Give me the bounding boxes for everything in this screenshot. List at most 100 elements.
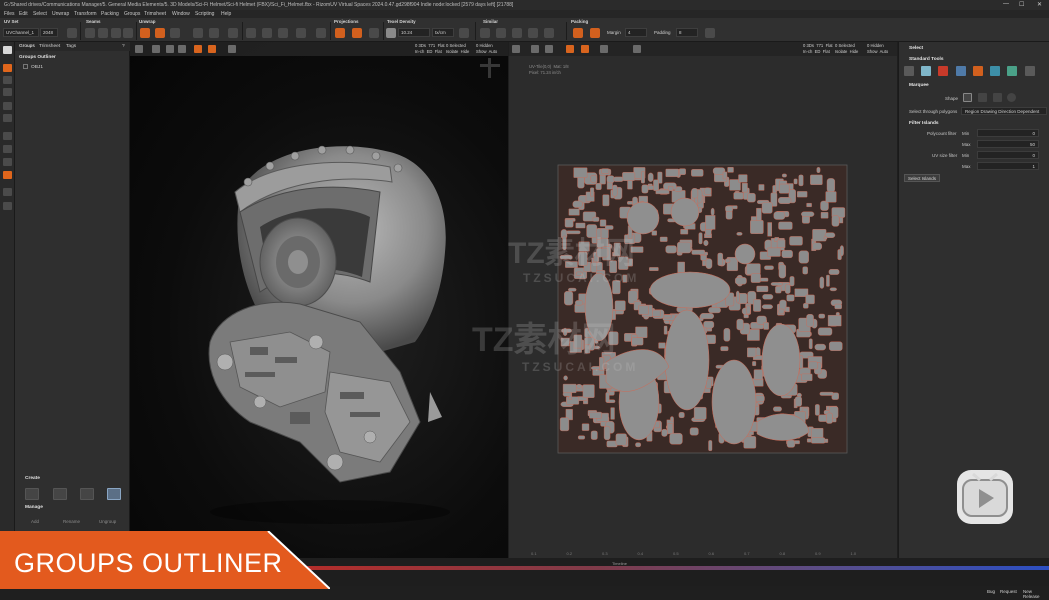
uv-island[interactable]	[703, 187, 712, 195]
texel-settings-icon[interactable]	[459, 28, 469, 38]
uv-island[interactable]	[563, 375, 568, 381]
uv-island[interactable]	[815, 404, 820, 416]
shape-poly-icon[interactable]	[993, 93, 1002, 102]
uv-island[interactable]	[786, 439, 796, 448]
create-auto-button[interactable]	[107, 488, 121, 500]
uv-island[interactable]	[708, 307, 721, 314]
maximize-button[interactable]: ☐	[1019, 1, 1024, 8]
menu-unwrap[interactable]: Unwrap	[52, 11, 69, 17]
uv-island[interactable]	[798, 174, 804, 187]
uv-island[interactable]	[677, 261, 685, 273]
uv-island[interactable]	[590, 430, 598, 440]
texel-value-input[interactable]: 10.24	[398, 28, 430, 37]
uv-island[interactable]	[794, 396, 802, 407]
menu-trimsheet[interactable]: Trimsheet	[144, 11, 166, 17]
uv-island[interactable]	[663, 325, 668, 335]
uv-island[interactable]	[564, 290, 574, 306]
menu-scripting[interactable]: Scripting	[195, 11, 214, 17]
help-icon[interactable]: ?	[122, 44, 125, 49]
uv-island[interactable]	[778, 197, 792, 204]
uv-island[interactable]	[736, 318, 744, 331]
uv-island[interactable]	[747, 192, 756, 203]
select-through-dropdown[interactable]: Region Drawing Direction Dependent	[961, 107, 1047, 115]
uv-island[interactable]	[724, 258, 731, 264]
uv-island[interactable]	[778, 183, 790, 194]
uv-island[interactable]	[605, 392, 610, 403]
fit-icon[interactable]	[590, 28, 600, 38]
uv-island[interactable]	[811, 437, 826, 444]
select-all-icon[interactable]	[904, 66, 914, 76]
similar-orient-icon[interactable]	[528, 28, 538, 38]
tab-tags[interactable]: Tags	[66, 44, 76, 49]
uv-island[interactable]	[775, 286, 782, 294]
uv-island[interactable]	[661, 429, 668, 437]
pack-icon[interactable]	[573, 28, 583, 38]
uv-island[interactable]	[638, 305, 649, 315]
padding-input[interactable]: 8	[676, 28, 698, 37]
uv-island[interactable]	[823, 236, 828, 240]
uv-island[interactable]	[805, 294, 815, 305]
uv-island[interactable]	[773, 211, 786, 220]
uv-island[interactable]	[808, 361, 818, 370]
uv-island[interactable]	[767, 247, 781, 257]
uv-island[interactable]	[735, 290, 740, 304]
similar-stack-icon[interactable]	[496, 28, 506, 38]
uv-island[interactable]	[720, 346, 729, 352]
menu-select[interactable]: Select	[33, 11, 47, 17]
manage-rename-button[interactable]: Rename	[63, 519, 80, 524]
uv-island[interactable]	[829, 287, 837, 292]
uv-island[interactable]	[812, 242, 822, 251]
mirror-tool-icon[interactable]	[3, 188, 12, 196]
uv-island[interactable]	[615, 433, 627, 446]
uv-island[interactable]	[828, 269, 840, 275]
uv-island[interactable]	[610, 407, 615, 420]
uv-island[interactable]	[778, 263, 786, 279]
uv-island[interactable]	[678, 412, 685, 418]
uv-island[interactable]	[736, 232, 743, 236]
seams-weld-icon[interactable]	[98, 28, 108, 38]
uv-island[interactable]	[826, 412, 833, 424]
uv-island[interactable]	[819, 276, 825, 289]
uv-island[interactable]	[678, 168, 686, 175]
uv-island[interactable]	[803, 303, 809, 309]
uv-island[interactable]	[814, 343, 826, 351]
uv-island[interactable]	[727, 167, 734, 173]
align-tool-icon[interactable]	[3, 158, 12, 166]
uv-island[interactable]	[762, 294, 774, 300]
uv-island[interactable]	[559, 417, 570, 432]
uv-island[interactable]	[717, 252, 723, 266]
menu-edit[interactable]: Edit	[19, 11, 28, 17]
uv-island[interactable]	[666, 423, 674, 435]
uv-island[interactable]	[564, 218, 574, 228]
grow-selection-icon[interactable]	[956, 66, 966, 76]
menu-transform[interactable]: Transform	[74, 11, 97, 17]
uv-island[interactable]	[614, 300, 626, 311]
select-ring-icon[interactable]	[1007, 66, 1017, 76]
uv-island[interactable]	[665, 245, 677, 254]
uv-island[interactable]	[710, 207, 715, 216]
uv-island[interactable]	[602, 194, 610, 207]
uv-island[interactable]	[699, 313, 714, 320]
uv-island[interactable]	[831, 215, 840, 227]
uv-island[interactable]	[568, 208, 580, 216]
uv-island[interactable]	[572, 200, 583, 208]
uv-island[interactable]	[806, 202, 812, 207]
uv-island[interactable]	[785, 284, 791, 294]
symmetry-tool-icon[interactable]	[3, 114, 12, 122]
viewport-uv[interactable]: 0 3Ds 771 Flat In-ch ED Flat 0 Selected …	[509, 42, 897, 558]
uv-island[interactable]	[746, 263, 761, 275]
menu-packing[interactable]: Packing	[101, 11, 119, 17]
uv-island[interactable]	[834, 303, 842, 310]
uv-island[interactable]	[722, 171, 728, 180]
uv-island[interactable]	[734, 277, 747, 285]
uv-island[interactable]	[691, 249, 706, 255]
bug-button[interactable]: Bug	[987, 589, 995, 594]
texel-unit-select[interactable]: tx/cm	[432, 28, 454, 37]
margin-input[interactable]: 4	[625, 28, 647, 37]
uv-island[interactable]	[756, 285, 769, 293]
island-tool-icon[interactable]	[3, 102, 12, 110]
create-from-islands-button[interactable]	[80, 488, 94, 500]
split-tool-icon[interactable]	[3, 202, 12, 210]
uv-island[interactable]	[631, 337, 644, 346]
projection-box-icon[interactable]	[335, 28, 345, 38]
